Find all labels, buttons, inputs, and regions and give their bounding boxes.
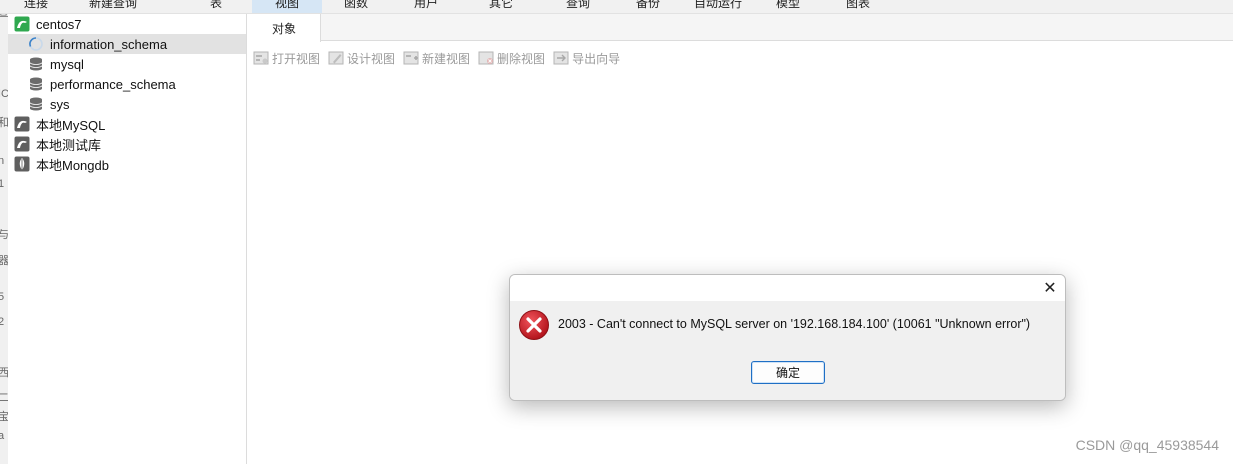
menu-user[interactable]: 用户 [414, 0, 438, 13]
menu-query[interactable]: 查询 [566, 0, 590, 13]
strip-char: 与 [0, 229, 8, 241]
tab-strip: 对象 [248, 14, 1233, 42]
ok-button[interactable]: 确定 [751, 361, 825, 384]
open-view-icon [253, 50, 269, 66]
tree-connection-local-test[interactable]: 本地测试库 [8, 134, 246, 154]
top-menu-bar: 连接 新建查询 表 视图 函数 用户 其它 查询 备份 自动运行 模型 图表 [0, 0, 1233, 14]
design-view-button[interactable]: 设计视图 [328, 50, 395, 67]
menu-connect[interactable]: 连接 [24, 0, 48, 13]
object-toolbar: 打开视图 设计视图 新建视图 删除视图 导出向导 [248, 42, 1233, 74]
strip-char: 1 [0, 178, 5, 190]
mongodb-connection-icon [14, 156, 30, 172]
toolbar-label: 导出向导 [572, 51, 621, 66]
error-icon [518, 309, 550, 341]
tree-item-label: sys [50, 96, 70, 112]
strip-char: 西 [0, 367, 8, 379]
menu-chart[interactable]: 图表 [846, 0, 870, 13]
strip-char: 器 [0, 255, 8, 267]
open-view-button[interactable]: 打开视图 [253, 50, 320, 67]
design-view-icon [328, 50, 344, 66]
menu-new-query[interactable]: 新建查询 [89, 0, 137, 13]
strip-char: IC [0, 88, 8, 100]
tree-connection-local-mysql[interactable]: 本地MySQL [8, 114, 246, 134]
toolbar-label: 打开视图 [272, 51, 321, 66]
strip-char: n [0, 155, 5, 167]
tree-item-label: mysql [50, 56, 84, 72]
menu-automation[interactable]: 自动运行 [694, 0, 742, 13]
database-icon [28, 96, 44, 112]
tree-item-label: 本地MySQL [36, 117, 106, 133]
close-icon[interactable]: ✕ [1039, 277, 1061, 299]
tree-item-label: performance_schema [50, 76, 176, 92]
tree-item-label: information_schema [50, 36, 168, 52]
strip-char: 宣 [0, 14, 8, 20]
tab-objects[interactable]: 对象 [248, 14, 321, 42]
error-message: 2003 - Can't connect to MySQL server on … [558, 317, 1031, 331]
new-view-icon [403, 50, 419, 66]
navigator-sidebar: centos7 information_schema mysql perform… [8, 14, 247, 464]
background-window-strip: 宣 IC 和 n 1 与 器 5 2 西 二 宝 a [0, 14, 8, 464]
database-icon [28, 56, 44, 72]
menu-backup[interactable]: 备份 [636, 0, 660, 13]
tree-db-sys[interactable]: sys [8, 94, 246, 114]
dialog-content: 2003 - Can't connect to MySQL server on … [510, 301, 1065, 400]
strip-char: 和 [0, 117, 8, 129]
error-dialog: ✕ 2003 - Can't connect to MySQL server o… [509, 274, 1066, 401]
mysql-connection-icon [14, 116, 30, 132]
toolbar-label: 删除视图 [497, 51, 546, 66]
strip-char: 宝 [0, 411, 8, 423]
tree-db-performance-schema[interactable]: performance_schema [8, 74, 246, 94]
strip-char: a [0, 430, 5, 442]
dialog-titlebar: ✕ [510, 275, 1065, 301]
delete-view-button[interactable]: 删除视图 [478, 50, 545, 67]
strip-char: 5 [0, 291, 5, 303]
tree-db-mysql[interactable]: mysql [8, 54, 246, 74]
delete-view-icon [478, 50, 494, 66]
export-wizard-icon [553, 50, 569, 66]
export-wizard-button[interactable]: 导出向导 [553, 50, 620, 67]
menu-model[interactable]: 模型 [776, 0, 800, 13]
new-view-button[interactable]: 新建视图 [403, 50, 470, 67]
tree-connection-local-mongodb[interactable]: 本地Mongdb [8, 154, 246, 174]
tree-db-information-schema[interactable]: information_schema [8, 34, 246, 54]
tree-connection-centos7[interactable]: centos7 [8, 14, 246, 34]
loading-spinner-icon [28, 36, 44, 52]
menu-view[interactable]: 视图 [252, 0, 322, 13]
watermark: CSDN @qq_45938544 [1075, 437, 1219, 453]
menu-other[interactable]: 其它 [489, 0, 513, 13]
strip-char: 2 [0, 316, 5, 328]
tree-item-label: 本地测试库 [36, 137, 102, 153]
database-icon [28, 76, 44, 92]
tree-item-label: 本地Mongdb [36, 157, 109, 173]
menu-function[interactable]: 函数 [344, 0, 368, 13]
tree-item-label: centos7 [36, 16, 82, 32]
toolbar-label: 设计视图 [347, 51, 396, 66]
mysql-connection-icon [14, 136, 30, 152]
menu-table[interactable]: 表 [210, 0, 222, 13]
toolbar-label: 新建视图 [422, 51, 471, 66]
mysql-connection-icon [14, 16, 30, 32]
strip-char: 二 [0, 392, 8, 404]
